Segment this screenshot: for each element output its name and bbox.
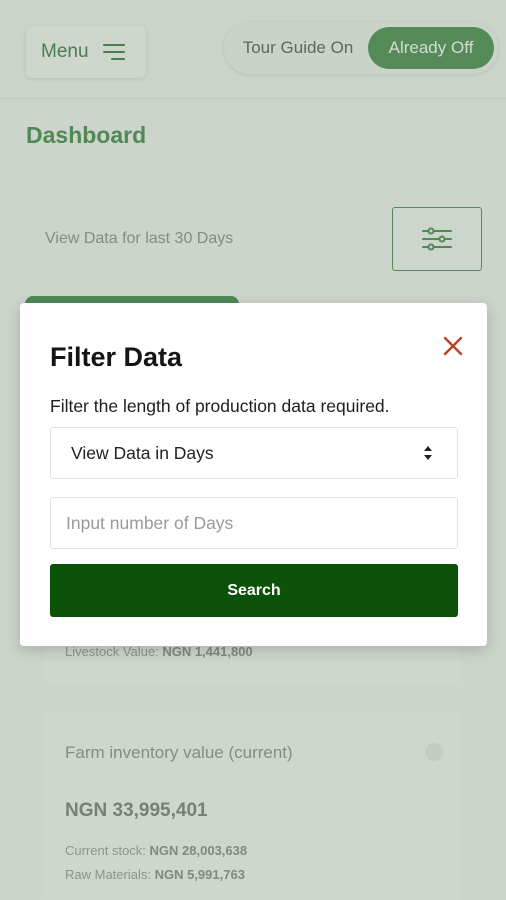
modal-description: Filter the length of production data req… [50,396,390,416]
days-select[interactable]: View Data in Days [50,427,458,479]
select-value: View Data in Days [71,442,214,463]
filter-data-modal: Filter Data Filter the length of product… [20,303,487,646]
close-icon [443,336,463,356]
up-down-chevron-icon [424,446,432,460]
search-button[interactable]: Search [50,564,458,617]
days-input[interactable] [50,497,458,549]
close-button[interactable] [438,331,468,361]
modal-title: Filter Data [50,342,183,372]
